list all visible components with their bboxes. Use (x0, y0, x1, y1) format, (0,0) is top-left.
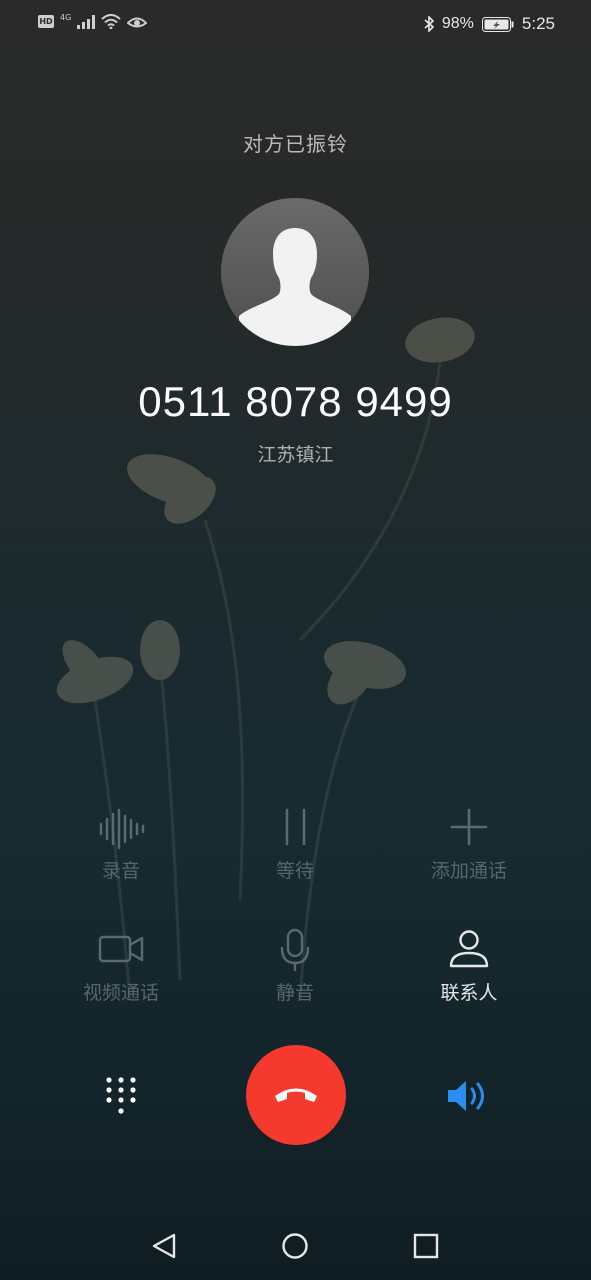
end-call-button[interactable] (246, 1045, 346, 1145)
record-button[interactable]: 录音 (31, 806, 211, 883)
video-call-label: 视频通话 (82, 982, 159, 1004)
battery-percent: 98% (441, 15, 474, 32)
speaker-icon (448, 1081, 484, 1111)
video-call-button[interactable]: 视频通话 (31, 928, 211, 1005)
signal-icon (77, 14, 96, 29)
home-circle-icon[interactable] (281, 1232, 309, 1260)
eye-comfort-icon (127, 17, 148, 27)
add-call-label: 添加通话 (430, 860, 507, 882)
battery-icon (481, 16, 514, 32)
microphone-icon (280, 928, 310, 972)
bluetooth-icon (424, 16, 434, 32)
hold-button[interactable]: 等待 (205, 806, 385, 883)
recents-square-icon[interactable] (413, 1233, 439, 1259)
dialpad-icon (106, 1077, 136, 1114)
back-triangle-icon[interactable] (150, 1232, 178, 1260)
plus-icon (450, 808, 488, 846)
person-icon (449, 930, 489, 968)
wifi-icon (101, 14, 121, 29)
hd-badge: HD (38, 15, 54, 28)
status-bar: HD 4G 98% 5:25 (0, 0, 591, 50)
speaker-button[interactable] (446, 1076, 492, 1116)
pause-icon (285, 808, 306, 846)
call-status-text: 对方已振铃 (243, 132, 348, 156)
add-call-button[interactable]: 添加通话 (379, 806, 559, 883)
contacts-button[interactable]: 联系人 (379, 928, 559, 1005)
waveform-icon (99, 808, 145, 850)
contacts-label: 联系人 (440, 982, 498, 1004)
contact-avatar (221, 198, 369, 346)
navigation-bar (0, 1212, 591, 1280)
default-person-icon (221, 198, 369, 346)
status-time: 5:25 (521, 14, 555, 33)
record-label: 录音 (101, 860, 140, 882)
video-camera-icon (98, 935, 144, 963)
network-label: 4G (60, 13, 72, 22)
phone-number: 0511 8078 9499 (138, 378, 453, 425)
hold-label: 等待 (275, 860, 314, 882)
mute-label: 静音 (275, 982, 314, 1004)
phone-hangup-icon (275, 1088, 317, 1102)
mute-button[interactable]: 静音 (205, 928, 385, 1005)
status-right: 98% 5:25 (424, 14, 555, 34)
caller-location: 江苏镇江 (257, 444, 334, 466)
status-left: HD 4G (38, 13, 148, 29)
dialpad-button[interactable] (101, 1074, 141, 1118)
